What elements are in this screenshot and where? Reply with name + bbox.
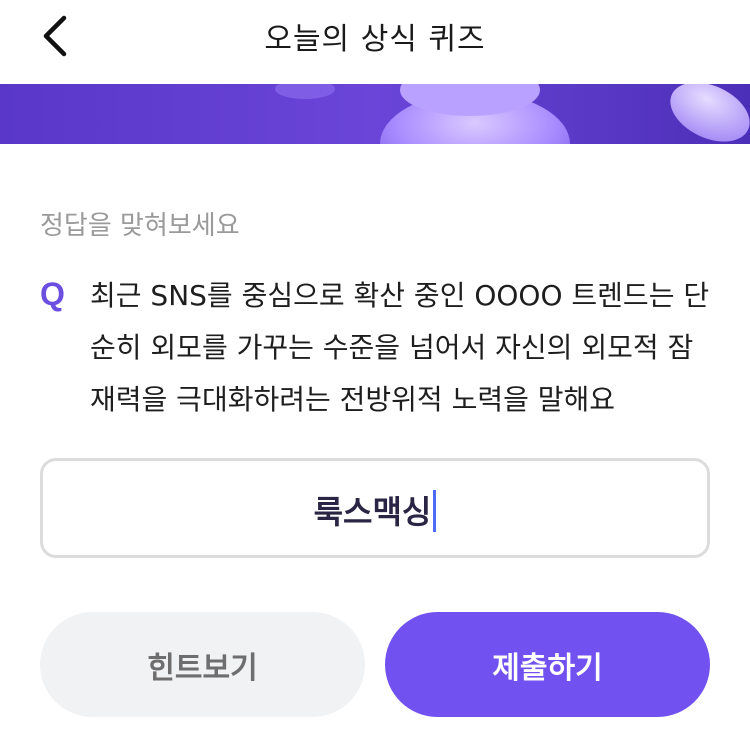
question-marker: Q [40,276,65,312]
page-title: 오늘의 상식 퀴즈 [264,22,486,57]
submit-button[interactable]: 제출하기 [385,612,710,717]
quiz-screen: 오늘의 상식 퀴즈 정답을 맞혀보세요 Q 최근 SNS를 중심으로 확산 중인… [0,0,750,742]
text-caret [433,490,437,532]
hint-button[interactable]: 힌트보기 [40,612,365,717]
top-navigation-bar: 오늘의 상식 퀴즈 [0,0,750,84]
prompt-label: 정답을 맞혀보세요 [40,211,240,241]
answer-input-value: 룩스맥싱 [43,487,707,533]
answer-input[interactable]: 룩스맥싱 [40,458,710,558]
quiz-banner-image [0,84,750,144]
answer-text: 룩스맥싱 [313,493,432,531]
question-text: 최근 SNS를 중심으로 확산 중인 OOOO 트렌드는 단순히 외모를 가꾸는… [90,279,710,416]
